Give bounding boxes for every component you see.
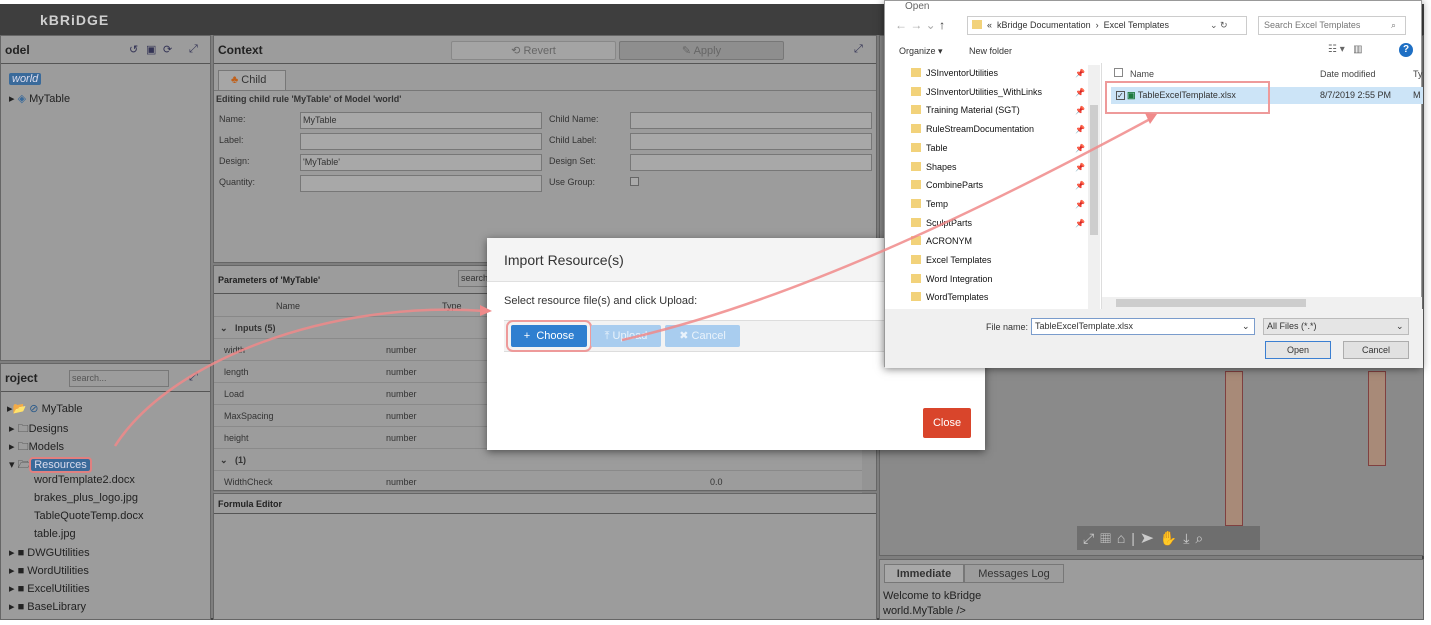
arrow-resources-to-choose [113, 308, 486, 447]
annotation-arrows [113, 113, 1157, 447]
arrow-choose-to-file [621, 116, 1153, 342]
